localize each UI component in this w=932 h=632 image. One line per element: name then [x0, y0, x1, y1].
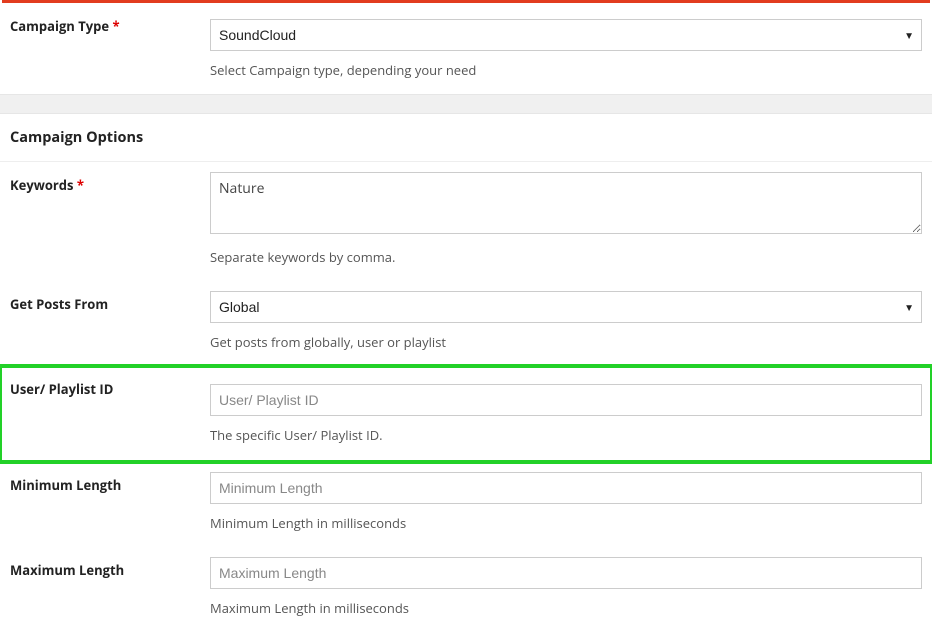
get-posts-from-select-wrap: Global ▼ [210, 291, 922, 323]
section-separator-row: Campaign Options [0, 94, 932, 162]
campaign-type-select-wrap: SoundCloud ▼ [210, 19, 922, 51]
label-user-playlist-id: User/ Playlist ID [0, 366, 200, 462]
user-playlist-id-help: The specific User/ Playlist ID. [210, 426, 922, 444]
keywords-help: Separate keywords by comma. [210, 248, 922, 266]
row-user-playlist-id: User/ Playlist ID The specific User/ Pla… [0, 366, 932, 462]
required-asterisk: * [112, 17, 119, 35]
campaign-form: Campaign Type * SoundCloud ▼ Select Camp… [0, 3, 932, 632]
campaign-options-heading: Campaign Options [0, 114, 932, 162]
label-get-posts-from: Get Posts From [0, 281, 200, 366]
section-separator [0, 94, 932, 114]
cell-minimum-length: Minimum Length in milliseconds [200, 462, 932, 547]
get-posts-from-select[interactable]: Global [210, 291, 922, 323]
cell-maximum-length: Maximum Length in milliseconds [200, 547, 932, 632]
minimum-length-input[interactable] [210, 472, 922, 504]
maximum-length-input[interactable] [210, 557, 922, 589]
maximum-length-help: Maximum Length in milliseconds [210, 599, 922, 617]
label-minimum-length: Minimum Length [0, 462, 200, 547]
user-playlist-id-input[interactable] [210, 384, 922, 416]
keywords-textarea[interactable] [210, 172, 922, 234]
row-keywords: Keywords * Separate keywords by comma. [0, 162, 932, 281]
cell-user-playlist-id: The specific User/ Playlist ID. [200, 366, 932, 462]
row-maximum-length: Maximum Length Maximum Length in millise… [0, 547, 932, 632]
row-minimum-length: Minimum Length Minimum Length in millise… [0, 462, 932, 547]
label-keywords: Keywords * [0, 162, 200, 281]
cell-get-posts-from: Global ▼ Get posts from globally, user o… [200, 281, 932, 366]
label-campaign-type: Campaign Type * [0, 3, 200, 94]
campaign-type-help: Select Campaign type, depending your nee… [210, 61, 922, 79]
campaign-type-select[interactable]: SoundCloud [210, 19, 922, 51]
cell-campaign-type: SoundCloud ▼ Select Campaign type, depen… [200, 3, 932, 94]
row-campaign-type: Campaign Type * SoundCloud ▼ Select Camp… [0, 3, 932, 94]
label-keywords-text: Keywords [10, 176, 73, 194]
row-get-posts-from: Get Posts From Global ▼ Get posts from g… [0, 281, 932, 366]
cell-keywords: Separate keywords by comma. [200, 162, 932, 281]
required-asterisk: * [77, 176, 84, 194]
minimum-length-help: Minimum Length in milliseconds [210, 514, 922, 532]
label-maximum-length: Maximum Length [0, 547, 200, 632]
label-campaign-type-text: Campaign Type [10, 17, 109, 35]
get-posts-from-help: Get posts from globally, user or playlis… [210, 333, 922, 351]
